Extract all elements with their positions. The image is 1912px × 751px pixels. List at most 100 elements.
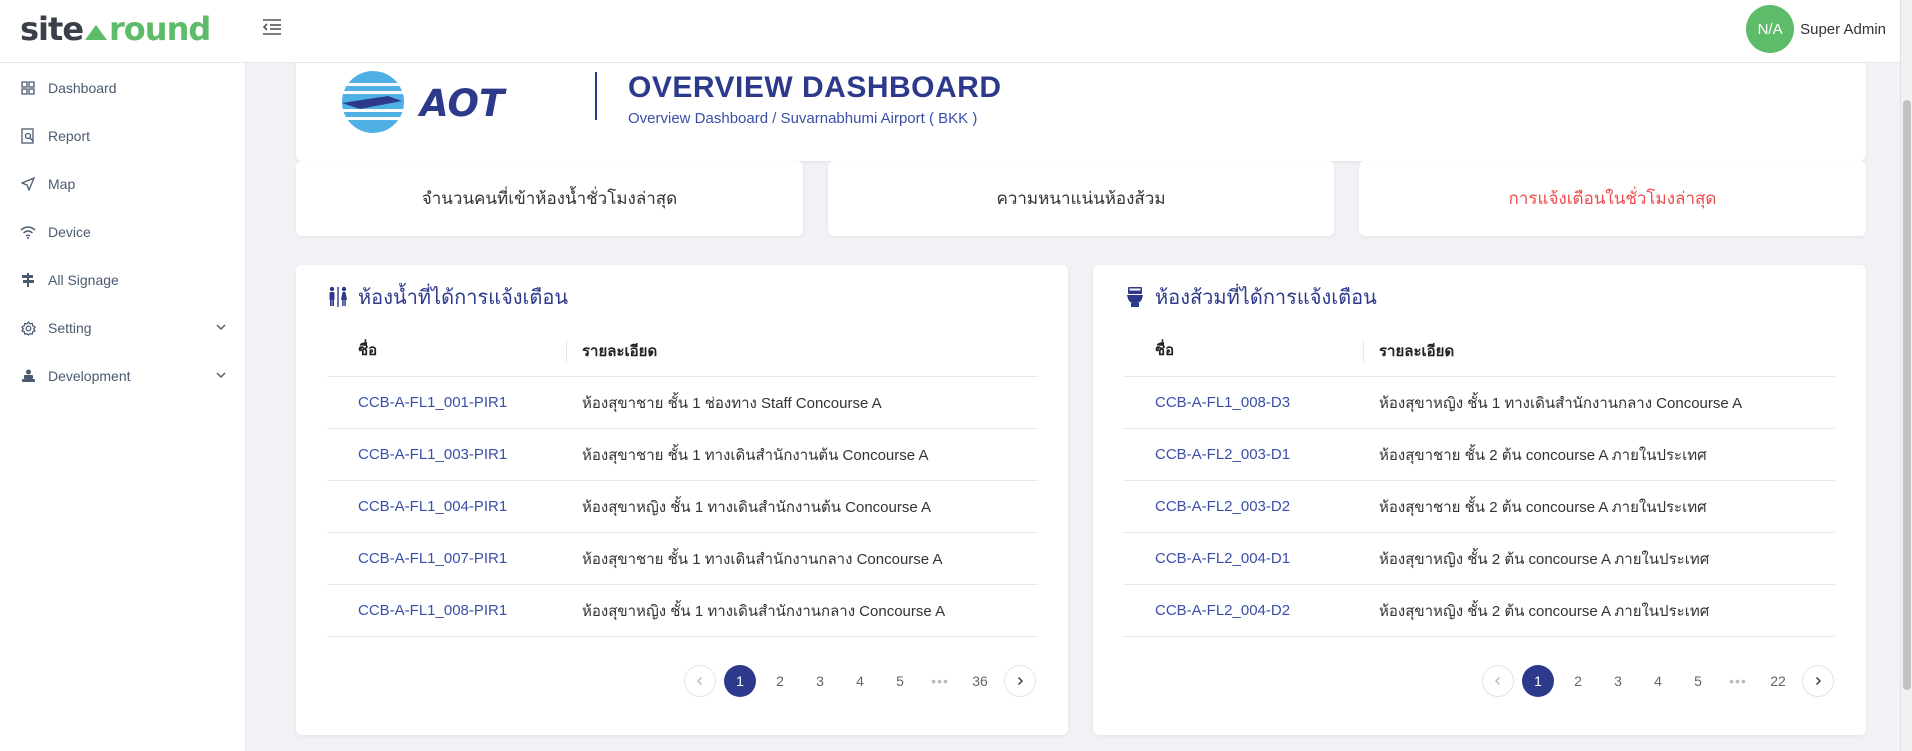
- device-detail: ห้องสุขาหญิง ชั้น 2 ต้น concourse A ภายใ…: [1379, 602, 1710, 620]
- device-detail: ห้องสุขาชาย ชั้น 1 ทางเดินสำนักงานต้น Co…: [582, 446, 929, 464]
- device-name-link[interactable]: CCB-A-FL1_008-PIR1: [327, 602, 582, 619]
- page-button-last[interactable]: 22: [1762, 665, 1794, 697]
- signpost-icon: [20, 272, 36, 288]
- table-row[interactable]: CCB-A-FL2_004-D1 ห้องสุขาหญิง ชั้น 2 ต้น…: [1124, 533, 1835, 585]
- device-name-link[interactable]: CCB-A-FL2_004-D1: [1124, 550, 1379, 567]
- stat-card-restroom-last-hour[interactable]: จำนวนคนที่เข้าห้องน้ำชั่วโมงล่าสุด: [296, 161, 803, 236]
- device-name-link[interactable]: CCB-A-FL1_008-D3: [1124, 394, 1379, 411]
- device-detail: ห้องสุขาหญิง ชั้น 1 ทางเดินสำนักงานกลาง …: [582, 602, 946, 620]
- page-button-5[interactable]: 5: [1682, 665, 1714, 697]
- table-header: ชื่อ รายละเอียด: [1124, 325, 1835, 377]
- device-name-link[interactable]: CCB-A-FL2_004-D2: [1124, 602, 1379, 619]
- page-button-2[interactable]: 2: [764, 665, 796, 697]
- page-button-3[interactable]: 3: [804, 665, 836, 697]
- page-ellipsis[interactable]: •••: [1722, 665, 1754, 697]
- page-button-1[interactable]: 1: [724, 665, 756, 697]
- pagination: 1 2 3 4 5 ••• 22: [1482, 665, 1834, 697]
- sidebar-item-map[interactable]: Map: [0, 164, 246, 204]
- prev-page-button[interactable]: [1482, 665, 1514, 697]
- table-row[interactable]: CCB-A-FL1_004-PIR1 ห้องสุขาหญิง ชั้น 1 ท…: [327, 481, 1038, 533]
- table-row[interactable]: CCB-A-FL2_004-D2 ห้องสุขาหญิง ชั้น 2 ต้น…: [1124, 585, 1835, 637]
- scrollbar-thumb[interactable]: [1903, 100, 1911, 690]
- breadcrumb: Overview Dashboard / Suvarnabhumi Airpor…: [628, 110, 978, 127]
- table-row[interactable]: CCB-A-FL1_003-PIR1 ห้องสุขาชาย ชั้น 1 ทา…: [327, 429, 1038, 481]
- prev-page-button[interactable]: [684, 665, 716, 697]
- page-title: OVERVIEW DASHBOARD: [628, 71, 1002, 104]
- user-name: Super Admin: [1800, 20, 1886, 38]
- restroom-alert-table: ชื่อ รายละเอียด CCB-A-FL1_001-PIR1 ห้องส…: [327, 325, 1038, 637]
- page-button-4[interactable]: 4: [1642, 665, 1674, 697]
- table-row[interactable]: CCB-A-FL1_008-D3 ห้องสุขาหญิง ชั้น 1 ทาง…: [1124, 377, 1835, 429]
- svg-text:AOT: AOT: [417, 82, 507, 125]
- aot-logo: AOT: [342, 71, 507, 133]
- report-icon: [20, 128, 36, 144]
- next-page-button[interactable]: [1802, 665, 1834, 697]
- device-name-link[interactable]: CCB-A-FL1_001-PIR1: [327, 394, 582, 411]
- header-divider: [595, 72, 597, 120]
- avatar[interactable]: N/A: [1746, 5, 1795, 53]
- sidebar-item-label: Map: [48, 176, 76, 192]
- sidebar-item-label: Report: [48, 128, 91, 144]
- device-detail: ห้องสุขาชาย ชั้น 1 ทางเดินสำนักงานกลาง C…: [582, 550, 943, 568]
- main-content: AOT OVERVIEW DASHBOARD Overview Dashboar…: [246, 53, 1900, 751]
- page-scrollbar[interactable]: [1900, 0, 1912, 751]
- sidebar-item-development[interactable]: Development: [0, 356, 246, 396]
- sidebar-item-device[interactable]: Device: [0, 212, 246, 252]
- toilet-alert-table: ชื่อ รายละเอียด CCB-A-FL1_008-D3 ห้องสุข…: [1124, 325, 1835, 637]
- table-row[interactable]: CCB-A-FL1_007-PIR1 ห้องสุขาชาย ชั้น 1 ทา…: [327, 533, 1038, 585]
- chevron-down-icon[interactable]: [214, 368, 228, 382]
- sidebar-item-label: Device: [48, 224, 91, 240]
- device-detail: ห้องสุขาหญิง ชั้น 2 ต้น concourse A ภายใ…: [1379, 550, 1710, 568]
- page-button-last[interactable]: 36: [964, 665, 996, 697]
- device-name-link[interactable]: CCB-A-FL1_003-PIR1: [327, 446, 582, 463]
- device-detail: ห้องสุขาชาย ชั้น 2 ต้น concourse A ภายใน…: [1379, 446, 1707, 464]
- logo-around-text: round: [109, 10, 211, 48]
- device-name-link[interactable]: CCB-A-FL2_003-D2: [1124, 498, 1379, 515]
- sidebar-item-label: All Signage: [48, 272, 119, 288]
- sidebar-item-all-signage[interactable]: All Signage: [0, 260, 246, 300]
- table-row[interactable]: CCB-A-FL1_001-PIR1 ห้องสุขาชาย ชั้น 1 ช่…: [327, 377, 1038, 429]
- stat-label: ความหนาแน่นห้องส้วม: [996, 189, 1166, 208]
- toilet-alert-panel: ห้องส้วมที่ได้การแจ้งเตือน ชื่อ รายละเอี…: [1093, 265, 1866, 735]
- stat-card-alerts-last-hour[interactable]: การแจ้งเตือนในชั่วโมงล่าสุด: [1359, 161, 1866, 236]
- next-page-button[interactable]: [1004, 665, 1036, 697]
- page-button-4[interactable]: 4: [844, 665, 876, 697]
- table-header: ชื่อ รายละเอียด: [327, 325, 1038, 377]
- table-row[interactable]: CCB-A-FL2_003-D1 ห้องสุขาชาย ชั้น 2 ต้น …: [1124, 429, 1835, 481]
- logo-site-text: site: [20, 10, 84, 48]
- panel-title: ห้องส้วมที่ได้การแจ้งเตือน: [1125, 281, 1377, 313]
- page-button-5[interactable]: 5: [884, 665, 916, 697]
- stat-card-toilet-density[interactable]: ความหนาแน่นห้องส้วม: [828, 161, 1334, 236]
- column-header-name: ชื่อ: [1124, 339, 1364, 362]
- table-row[interactable]: CCB-A-FL2_003-D2 ห้องสุขาชาย ชั้น 2 ต้น …: [1124, 481, 1835, 533]
- device-detail: ห้องสุขาหญิง ชั้น 1 ทางเดินสำนักงานต้น C…: [582, 498, 932, 516]
- page-ellipsis[interactable]: •••: [924, 665, 956, 697]
- page-button-2[interactable]: 2: [1562, 665, 1594, 697]
- wifi-icon: [20, 224, 36, 240]
- device-name-link[interactable]: CCB-A-FL1_007-PIR1: [327, 550, 582, 567]
- device-name-link[interactable]: CCB-A-FL1_004-PIR1: [327, 498, 582, 515]
- column-header-detail: รายละเอียด: [1379, 342, 1455, 360]
- siteground-logo[interactable]: site round: [20, 10, 211, 48]
- sidebar-item-label: Development: [48, 368, 131, 384]
- pagination: 1 2 3 4 5 ••• 36: [684, 665, 1036, 697]
- column-header-detail: รายละเอียด: [582, 342, 658, 360]
- toilet-icon: [1127, 287, 1143, 307]
- page-button-3[interactable]: 3: [1602, 665, 1634, 697]
- page-button-1[interactable]: 1: [1522, 665, 1554, 697]
- chevron-down-icon[interactable]: [214, 320, 228, 334]
- panel-title: ห้องน้ำที่ได้การแจ้งเตือน: [328, 281, 568, 313]
- tool-icon: [20, 368, 36, 384]
- table-row[interactable]: CCB-A-FL1_008-PIR1 ห้องสุขาหญิง ชั้น 1 ท…: [327, 585, 1038, 637]
- gear-icon: [20, 320, 36, 336]
- device-name-link[interactable]: CCB-A-FL2_003-D1: [1124, 446, 1379, 463]
- sidebar-item-dashboard[interactable]: Dashboard: [0, 68, 246, 108]
- sidebar-item-setting[interactable]: Setting: [0, 308, 246, 348]
- sidebar-item-report[interactable]: Report: [0, 116, 246, 156]
- send-icon: [20, 176, 36, 192]
- menu-collapse-icon[interactable]: [262, 18, 282, 36]
- dashboard-header: AOT OVERVIEW DASHBOARD Overview Dashboar…: [296, 53, 1866, 161]
- user-menu[interactable]: N/A Super Admin: [1746, 5, 1886, 53]
- panel-title-text: ห้องน้ำที่ได้การแจ้งเตือน: [358, 287, 569, 309]
- column-header-name: ชื่อ: [327, 339, 567, 362]
